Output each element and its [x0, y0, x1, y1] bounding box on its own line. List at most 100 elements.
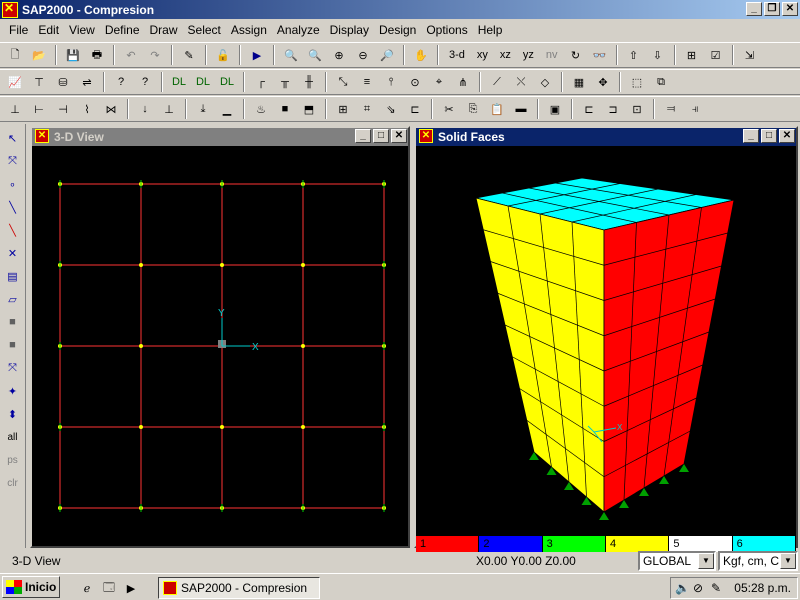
window-3d-view[interactable]: ✕ 3-D View _ □ ✕ X Y — [30, 126, 410, 548]
redo-icon[interactable]: ↷ — [144, 44, 166, 66]
joint-edit-icon[interactable]: ⊡ — [626, 98, 648, 120]
internet-explorer-icon[interactable]: ℯ — [76, 577, 98, 599]
uniform-load-icon[interactable]: ▁ — [216, 98, 238, 120]
menu-options[interactable]: Options — [421, 23, 472, 37]
media-player-icon[interactable]: ▶ — [120, 577, 142, 599]
support-icon[interactable]: ⊥ — [158, 98, 180, 120]
menu-design[interactable]: Design — [374, 23, 421, 37]
menu-draw[interactable]: Draw — [145, 23, 183, 37]
up-arrow-icon[interactable]: ⇧ — [623, 44, 645, 66]
reshaper-icon[interactable]: ⤧ — [3, 151, 23, 171]
pan-icon[interactable]: ✋ — [410, 44, 432, 66]
draw-joint-icon[interactable]: ∘ — [3, 174, 23, 194]
pointer-icon[interactable]: ↖ — [3, 128, 23, 148]
taskbar-button-sap2000[interactable]: SAP2000 - Compresion — [158, 577, 320, 599]
joint-point[interactable] — [220, 263, 224, 267]
distributed-load-icon[interactable]: ⤓ — [192, 98, 214, 120]
graph-icon[interactable]: 📈 — [4, 71, 26, 93]
zoom-in-icon[interactable]: ⊕ — [328, 44, 350, 66]
window-3d-view-maximize-button[interactable]: □ — [373, 129, 389, 143]
menu-select[interactable]: Select — [183, 23, 226, 37]
mesh-icon[interactable]: ⊞ — [332, 98, 354, 120]
load-combination-icon[interactable]: ⇌ — [76, 71, 98, 93]
select-all-icon[interactable]: ▣ — [544, 98, 566, 120]
draw-solid-icon[interactable]: ⤧ — [3, 358, 23, 378]
shell-stresses-icon[interactable]: DL — [216, 71, 238, 93]
pencil-icon[interactable]: ✎ — [178, 44, 200, 66]
draw-rect-icon[interactable]: ■ — [3, 312, 23, 332]
align-icon[interactable]: ⫤ — [660, 98, 682, 120]
view-xy-button[interactable]: xy — [472, 49, 493, 61]
section-icon[interactable]: ⊥ — [4, 98, 26, 120]
joint-point[interactable] — [139, 425, 143, 429]
cut-icon[interactable]: ✂ — [438, 98, 460, 120]
new-icon[interactable]: 🗋 — [4, 44, 26, 66]
solid-faces-canvas[interactable]: X — [416, 146, 796, 536]
joint-point[interactable] — [220, 425, 224, 429]
menu-edit[interactable]: Edit — [33, 23, 64, 37]
view-xz-button[interactable]: xz — [495, 49, 516, 61]
set-elements-icon[interactable]: ⊞ — [681, 44, 703, 66]
draw-area-icon[interactable]: ▤ — [3, 266, 23, 286]
draw-tendon-icon[interactable]: ⬍ — [3, 404, 23, 424]
select-all-left-button[interactable]: all — [3, 427, 23, 447]
check-icon[interactable]: ☑ — [705, 44, 727, 66]
zoom-out-icon[interactable]: ⊖ — [352, 44, 374, 66]
window-solid-faces-titlebar[interactable]: ✕ Solid Faces _ □ ✕ — [416, 128, 796, 146]
close-button[interactable]: ✕ — [782, 2, 798, 16]
joint-point[interactable] — [301, 425, 305, 429]
copy-icon[interactable]: ⎘ — [462, 98, 484, 120]
extrude-icon[interactable]: ⬚ — [626, 71, 648, 93]
minimize-button[interactable]: _ — [746, 2, 762, 16]
save-icon[interactable]: 💾 — [62, 44, 84, 66]
start-button[interactable]: Inicio — [2, 576, 60, 598]
draw-line-alt-icon[interactable]: ╲ — [3, 220, 23, 240]
menu-analyze[interactable]: Analyze — [272, 23, 325, 37]
rotate-icon[interactable]: ↻ — [565, 44, 587, 66]
zoom-restore-icon[interactable]: 🔍 — [304, 44, 326, 66]
volume-icon[interactable]: 🔈 — [675, 581, 690, 595]
spring-icon[interactable]: ⌇ — [76, 98, 98, 120]
window-3d-view-minimize-button[interactable]: _ — [355, 129, 371, 143]
previous-selection-button[interactable]: ps — [3, 450, 23, 470]
window-3d-view-close-button[interactable]: ✕ — [391, 129, 407, 143]
chevron-down-icon[interactable]: ▼ — [780, 553, 796, 569]
run-analysis-icon[interactable]: ▶ — [246, 44, 268, 66]
lock-icon[interactable]: 🔓 — [212, 44, 234, 66]
frame-forces-icon[interactable]: DL — [192, 71, 214, 93]
joint-point[interactable] — [139, 344, 143, 348]
network-icon[interactable]: ⊘ — [693, 581, 703, 595]
reshape-icon[interactable]: ⤡ — [332, 71, 354, 93]
window-3d-view-titlebar[interactable]: ✕ 3-D View _ □ ✕ — [32, 128, 408, 146]
perspective-icon[interactable]: 👓 — [589, 44, 611, 66]
clear-selection-button[interactable]: clr — [3, 473, 23, 493]
print-icon[interactable]: 🖶 — [86, 44, 108, 66]
intersect-icon[interactable]: ⤬ — [510, 71, 532, 93]
replicate-icon[interactable]: ⧉ — [650, 71, 672, 93]
units-select[interactable]: Kgf, cm, C ▼ — [718, 551, 798, 571]
align-bottom-icon[interactable]: ⫣ — [684, 98, 706, 120]
view-3d-button[interactable]: 3-d — [444, 49, 470, 61]
local-axis-icon[interactable]: ⇘ — [380, 98, 402, 120]
menu-view[interactable]: View — [64, 23, 100, 37]
view-nv-button[interactable]: nv — [541, 49, 563, 61]
undo-icon[interactable]: ↶ — [120, 44, 142, 66]
target-icon[interactable]: ⊙ — [404, 71, 426, 93]
temperature-icon[interactable]: ♨ — [250, 98, 272, 120]
deformed-shape-icon[interactable]: DL — [168, 71, 190, 93]
window-solid-faces-minimize-button[interactable]: _ — [743, 129, 759, 143]
edge-icon[interactable]: ⌗ — [356, 98, 378, 120]
line-select-icon[interactable]: ⟋ — [486, 71, 508, 93]
paste-icon[interactable]: 📋 — [486, 98, 508, 120]
pressure-icon[interactable]: ■ — [274, 98, 296, 120]
menu-display[interactable]: Display — [325, 23, 374, 37]
query-icon[interactable]: ? — [110, 71, 132, 93]
release-icon[interactable]: ⊢ — [28, 98, 50, 120]
draw-rect-alt-icon[interactable]: ■ — [3, 335, 23, 355]
menu-file[interactable]: File — [4, 23, 33, 37]
draw-quad-icon[interactable]: ▱ — [3, 289, 23, 309]
menu-define[interactable]: Define — [100, 23, 145, 37]
restore-button[interactable]: ❐ — [764, 2, 780, 16]
gravity-icon[interactable]: ⬒ — [298, 98, 320, 120]
merge-icon[interactable]: ⋔ — [452, 71, 474, 93]
